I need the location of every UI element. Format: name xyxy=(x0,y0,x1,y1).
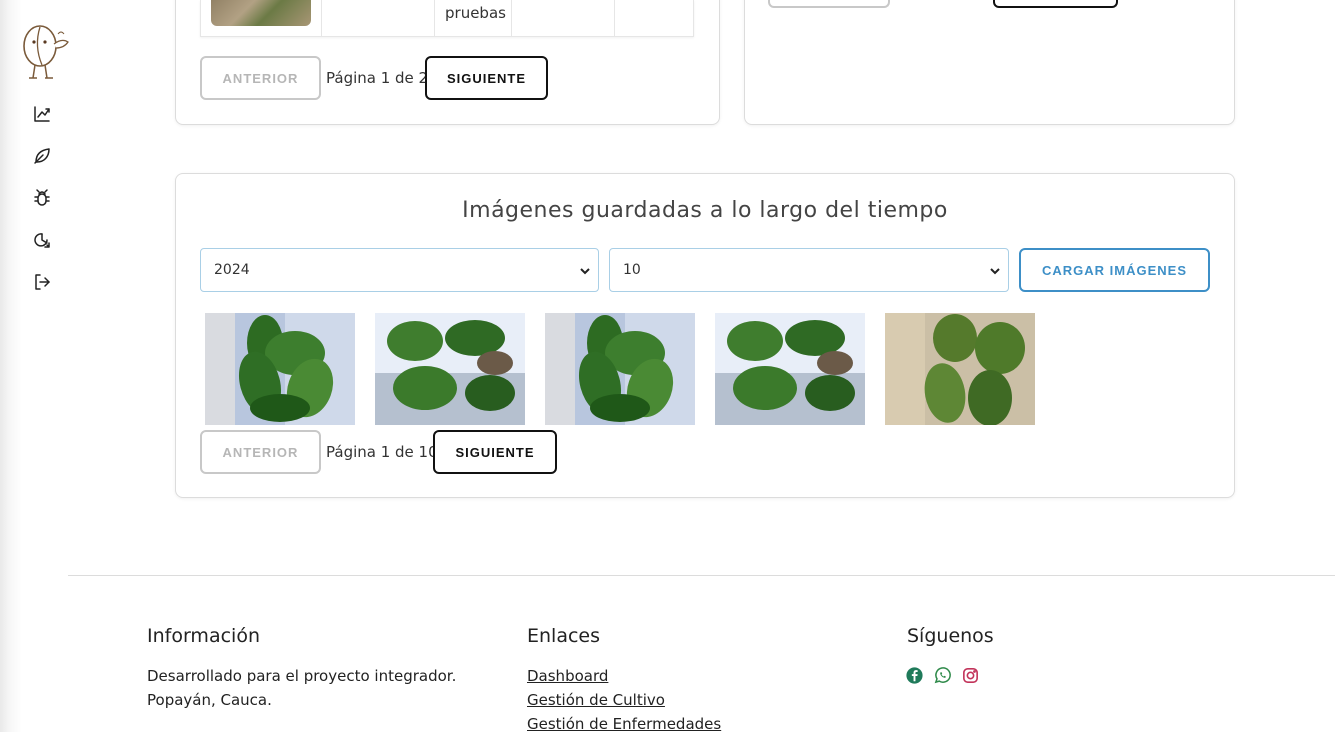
gallery-title: Imágenes guardadas a lo largo del tiempo xyxy=(462,198,948,223)
whatsapp-icon[interactable] xyxy=(933,666,952,685)
page-indicator: Página 1 de 2 xyxy=(326,69,429,87)
sidebar xyxy=(0,0,69,732)
chart-line-icon[interactable] xyxy=(32,104,52,124)
gallery-image[interactable] xyxy=(545,313,695,425)
previous-page-button[interactable]: ANTERIOR xyxy=(200,56,321,100)
gallery-image[interactable] xyxy=(205,313,355,425)
year-select-value: 2024 xyxy=(214,262,250,278)
gallery-image[interactable] xyxy=(375,313,525,425)
gallery-previous-button[interactable]: ANTERIOR xyxy=(200,430,321,474)
coffee-bean-mascot-logo[interactable] xyxy=(18,16,78,84)
footer-social-heading: Síguenos xyxy=(907,625,994,647)
bug-icon[interactable] xyxy=(32,188,52,208)
table-cell-divider xyxy=(434,0,435,37)
footer-info-line: Popayán, Cauca. xyxy=(147,691,272,709)
next-page-button[interactable]: SIGUIENTE xyxy=(425,56,548,100)
table-row-thumbnail xyxy=(211,0,311,26)
right-card-primary-button[interactable] xyxy=(993,0,1118,8)
footer-info-heading: Información xyxy=(147,625,260,647)
right-card-secondary-button[interactable] xyxy=(768,0,890,8)
footer-link-dashboard[interactable]: Dashboard xyxy=(527,667,608,685)
chevron-down-icon xyxy=(580,268,590,275)
footer-link-cultivo[interactable]: Gestión de Cultivo xyxy=(527,691,665,709)
footer-link-enfermedades[interactable]: Gestión de Enfermedades xyxy=(527,715,721,732)
month-select-value: 10 xyxy=(623,262,641,278)
gallery-image[interactable] xyxy=(715,313,865,425)
leaf-icon[interactable] xyxy=(32,146,52,166)
month-select[interactable]: 10 xyxy=(609,248,1009,292)
footer-info-line: Desarrollado para el proyecto integrador… xyxy=(147,667,457,685)
gallery-image[interactable] xyxy=(885,313,1035,425)
table-cell-divider xyxy=(511,0,512,37)
logout-icon[interactable] xyxy=(32,272,52,292)
chevron-down-icon xyxy=(990,268,1000,275)
table-cell-divider xyxy=(614,0,615,37)
disease-cycle-icon[interactable] xyxy=(32,230,52,250)
gallery-next-button[interactable]: SIGUIENTE xyxy=(433,430,557,474)
table-cell-text: pruebas xyxy=(445,4,506,22)
right-card xyxy=(744,0,1235,125)
load-images-button[interactable]: CARGAR IMÁGENES xyxy=(1019,248,1210,292)
year-select[interactable]: 2024 xyxy=(200,248,599,292)
footer-divider xyxy=(68,575,1335,576)
footer-links-heading: Enlaces xyxy=(527,625,601,647)
instagram-icon[interactable] xyxy=(961,666,980,685)
gallery-page-indicator: Página 1 de 10 xyxy=(326,443,438,461)
facebook-icon[interactable] xyxy=(905,666,924,685)
table-cell-divider xyxy=(321,0,322,37)
